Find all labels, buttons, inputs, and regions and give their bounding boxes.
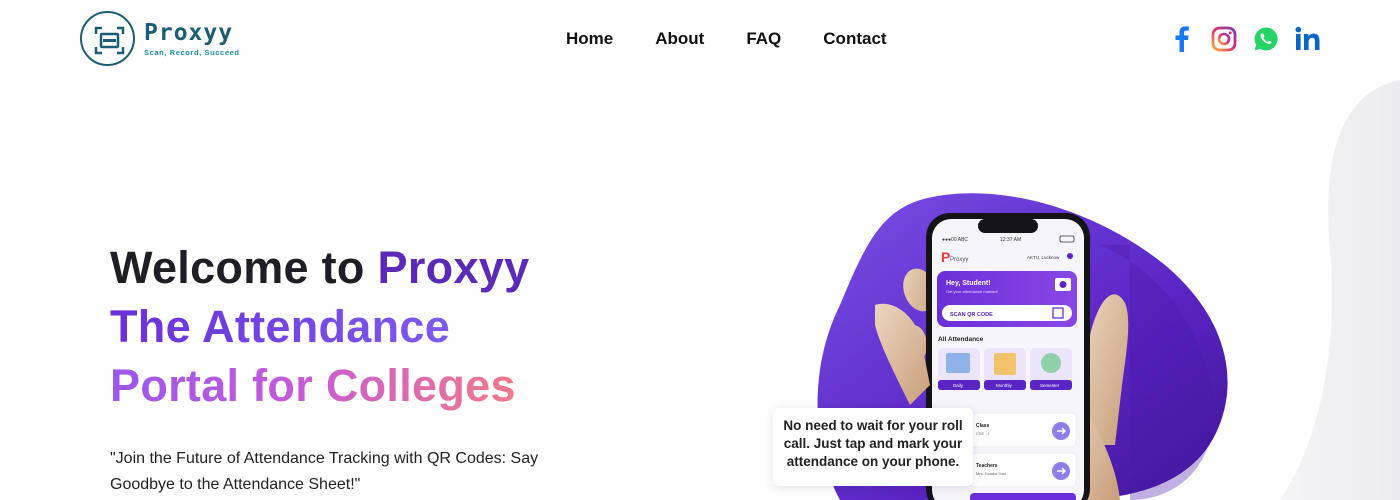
instagram-icon[interactable] <box>1210 24 1238 54</box>
svg-text:Monthly: Monthly <box>996 383 1013 388</box>
svg-text:Class: Class <box>976 423 990 429</box>
svg-text:Daily: Daily <box>953 383 964 388</box>
svg-text:Proxyy: Proxyy <box>950 257 968 263</box>
feature-callout: No need to wait for your roll call. Just… <box>773 408 973 486</box>
scanner-icon <box>80 11 135 66</box>
brand-tagline: Scan, Record, Succeed <box>144 48 240 57</box>
phone-carrier: ●●●00 ABC <box>942 237 968 243</box>
nav-contact[interactable]: Contact <box>823 29 886 49</box>
svg-text:Semester: Semester <box>1040 383 1060 388</box>
svg-text:Hey, Student!: Hey, Student! <box>946 280 991 287</box>
svg-text:Get your attendance marked!: Get your attendance marked! <box>946 289 998 294</box>
phone-time: 12:37 AM <box>1000 237 1021 243</box>
svg-text:P: P <box>941 249 950 265</box>
hero-title-brand: Proxyy <box>377 242 530 293</box>
social-links <box>1168 24 1322 54</box>
nav-faq[interactable]: FAQ <box>746 29 781 49</box>
svg-text:CSE - I: CSE - I <box>976 431 989 436</box>
site-header: Proxyy Scan, Record, Succeed Home About … <box>0 0 1400 80</box>
hero-heading: Welcome to Proxyy The Attendance Portal … <box>110 238 529 415</box>
nav-home[interactable]: Home <box>566 29 613 49</box>
hero-title-line2: The Attendance <box>110 301 451 352</box>
hero-title-prefix: Welcome to <box>110 242 378 293</box>
svg-text:AKTU, Lucknow: AKTU, Lucknow <box>1027 255 1060 260</box>
svg-text:All Attendance: All Attendance <box>938 336 984 343</box>
brand-logo[interactable]: Proxyy Scan, Record, Succeed <box>80 11 240 66</box>
linkedin-icon[interactable] <box>1294 24 1322 54</box>
main-nav: Home About FAQ Contact <box>566 29 887 49</box>
brand-name: Proxyy <box>144 20 234 46</box>
hero-quote: "Join the Future of Attendance Tracking … <box>110 450 539 493</box>
nav-about[interactable]: About <box>655 29 704 49</box>
hero-title-line3: Portal for Colleges <box>110 360 516 411</box>
svg-text:SCAN QR CODE: SCAN QR CODE <box>950 312 993 318</box>
background-swoosh <box>1280 80 1400 500</box>
whatsapp-icon[interactable] <box>1252 24 1280 54</box>
svg-text:Teachers: Teachers <box>976 463 998 469</box>
facebook-icon[interactable] <box>1168 24 1196 54</box>
svg-text:Mrs. Kanika Soni: Mrs. Kanika Soni <box>976 471 1006 476</box>
